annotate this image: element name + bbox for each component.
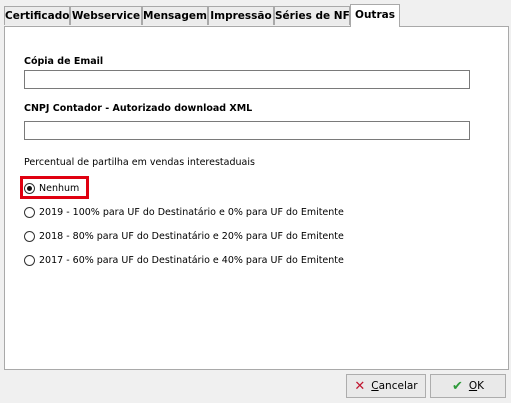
radio-label: 2019 - 100% para UF do Destinatário e 0%… (39, 206, 344, 218)
tab-series-nfe[interactable]: Séries de NFe (274, 6, 356, 25)
radio-button-icon (24, 206, 35, 218)
tab-impressao[interactable]: Impressão (208, 6, 274, 25)
radio-2018[interactable]: 2018 - 80% para UF do Destinatário e 20%… (24, 228, 344, 244)
copia-email-input[interactable] (24, 70, 470, 89)
radio-nenhum[interactable]: Nenhum (24, 180, 79, 196)
ok-label: OK (468, 380, 485, 392)
radio-label: 2018 - 80% para UF do Destinatário e 20%… (39, 230, 344, 242)
tab-certificado[interactable]: Certificado (4, 6, 70, 25)
radio-2017[interactable]: 2017 - 60% para UF do Destinatário e 40%… (24, 252, 344, 268)
cnpj-contador-input[interactable] (24, 121, 470, 140)
cancel-button[interactable]: ✕ Cancelar (346, 374, 426, 398)
cancel-label: Cancelar (371, 380, 418, 392)
partilha-label: Percentual de partilha em vendas interes… (24, 157, 255, 168)
radio-label: Nenhum (39, 182, 80, 194)
tab-panel-outras: Cópia de Email CNPJ Contador - Autorizad… (4, 26, 509, 370)
x-icon: ✕ (354, 378, 366, 394)
radio-label: 2017 - 60% para UF do Destinatário e 40%… (39, 254, 344, 266)
tab-mensagem[interactable]: Mensagem (142, 6, 208, 25)
check-icon: ✔ (451, 378, 463, 394)
cnpj-contador-label: CNPJ Contador - Autorizado download XML (24, 103, 253, 114)
radio-button-icon (24, 230, 35, 242)
ok-button[interactable]: ✔ OK (430, 374, 506, 398)
radio-2019[interactable]: 2019 - 100% para UF do Destinatário e 0%… (24, 204, 344, 220)
copia-email-label: Cópia de Email (24, 56, 104, 67)
radio-button-icon (24, 254, 35, 266)
tab-webservice[interactable]: Webservice (70, 6, 142, 25)
tab-outras[interactable]: Outras (350, 4, 400, 27)
radio-button-icon (24, 182, 35, 194)
